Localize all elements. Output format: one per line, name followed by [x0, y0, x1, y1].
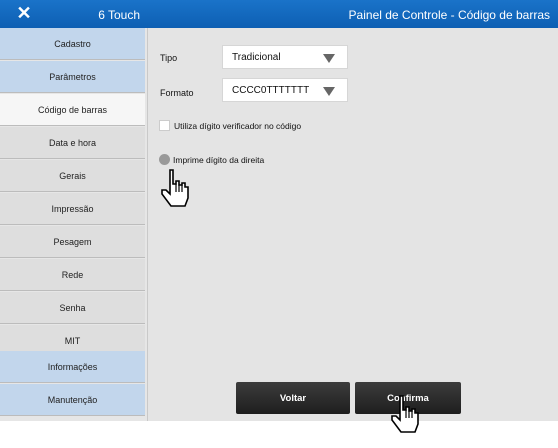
sidebar: Cadastro Parâmetros Código de barras Dat… [0, 28, 148, 421]
sidebar-item-cadastro[interactable]: Cadastro [0, 28, 145, 60]
sidebar-item-data-e-hora[interactable]: Data e hora [0, 127, 145, 159]
sidebar-item-manutencao[interactable]: Manutenção [0, 384, 145, 416]
right-digit-option[interactable]: Imprime dígito da direita [159, 154, 264, 165]
check-digit-label: Utiliza dígito verificador no código [174, 120, 302, 131]
hand-pointer-icon [161, 169, 189, 207]
sidebar-item-informacoes[interactable]: Informações [0, 351, 145, 383]
sidebar-item-impressao[interactable]: Impressão [0, 193, 145, 225]
title-bar: ✕ 6 Touch Painel de Controle - Código de… [0, 0, 558, 28]
right-digit-radio[interactable] [159, 154, 170, 165]
hand-pointer-icon [391, 395, 419, 433]
main-panel: Tipo Tradicional Formato CCCC0TTTTTTT Ut… [148, 28, 558, 421]
sidebar-item-senha[interactable]: Senha [0, 292, 145, 324]
tipo-select[interactable]: Tradicional [222, 45, 348, 69]
check-digit-option[interactable]: Utiliza dígito verificador no código [159, 120, 301, 131]
tipo-value: Tradicional [232, 52, 281, 63]
chevron-down-icon [323, 87, 335, 96]
formato-value: CCCC0TTTTTTT [232, 85, 310, 96]
close-icon[interactable]: ✕ [14, 3, 34, 23]
sidebar-item-pesagem[interactable]: Pesagem [0, 226, 145, 258]
app-name: 6 Touch [98, 8, 140, 22]
formato-label: Formato [160, 88, 194, 98]
chevron-down-icon [323, 54, 335, 63]
sidebar-item-rede[interactable]: Rede [0, 259, 145, 291]
sidebar-item-codigo-de-barras[interactable]: Código de barras [0, 94, 145, 126]
page-title: Painel de Controle - Código de barras [348, 8, 550, 22]
back-button[interactable]: Voltar [236, 382, 350, 414]
tipo-label: Tipo [160, 53, 178, 63]
sidebar-item-parametros[interactable]: Parâmetros [0, 61, 145, 93]
check-digit-checkbox[interactable] [159, 120, 170, 131]
sidebar-item-gerais[interactable]: Gerais [0, 160, 145, 192]
right-digit-label: Imprime dígito da direita [173, 154, 265, 165]
formato-select[interactable]: CCCC0TTTTTTT [222, 78, 348, 102]
